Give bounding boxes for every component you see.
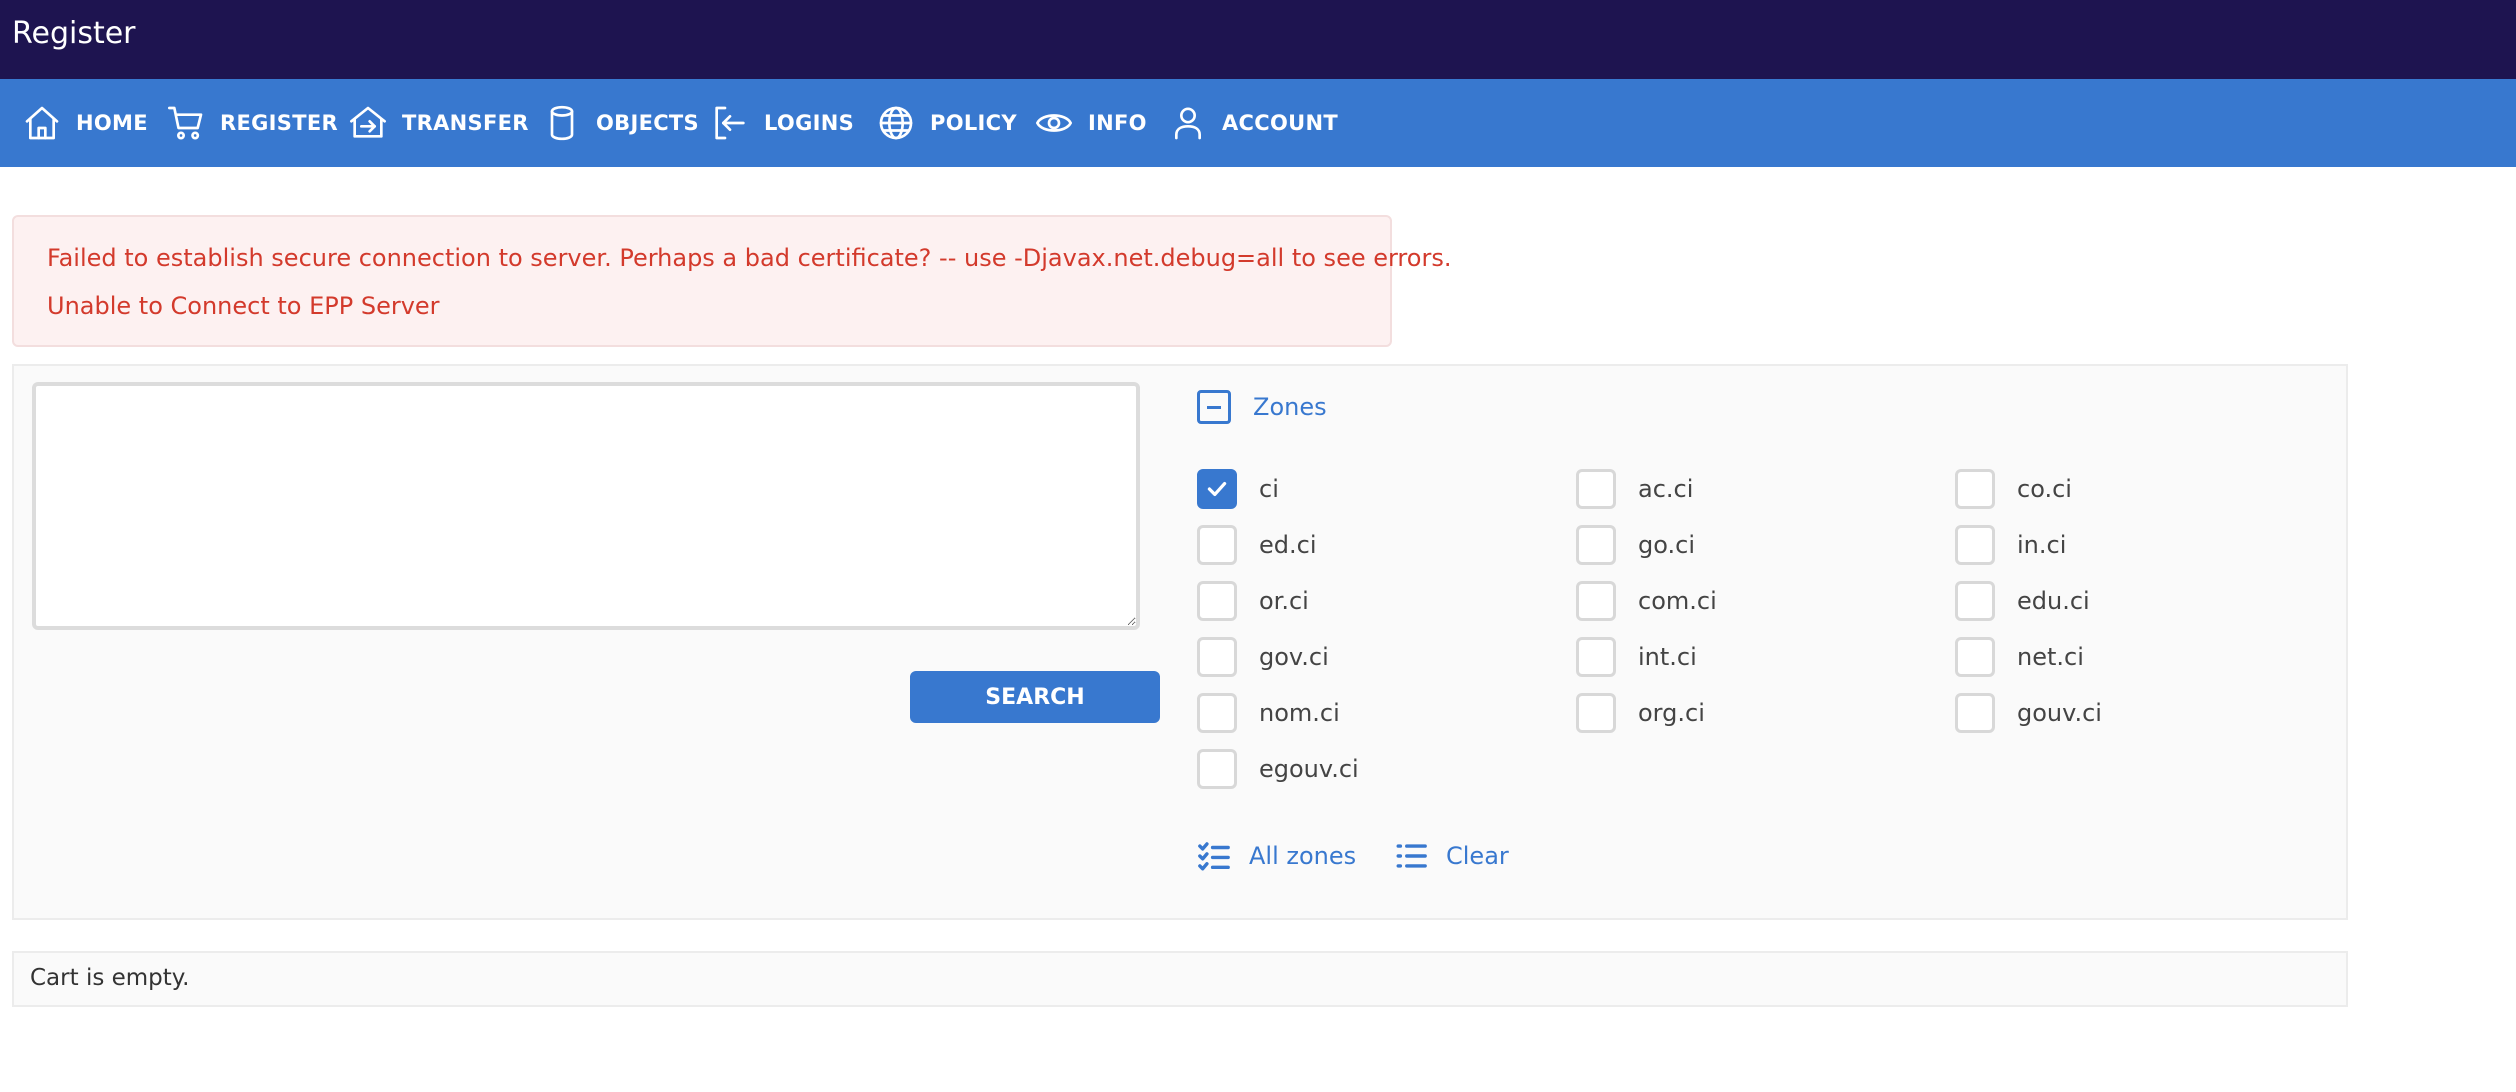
home-icon [25,106,59,140]
nav-item-transfer[interactable]: TRANSFER [348,79,529,167]
zone-checkbox-go-ci[interactable]: go.ci [1576,525,1695,565]
nav-item-objects[interactable]: OBJECTS [542,79,699,167]
app-title: Register [12,16,136,51]
checklist-icon [1198,842,1230,871]
main-nav: HOME REGISTER TRANSFER OBJECTS LOGINS PO… [0,79,2516,167]
nav-label: POLICY [930,111,1017,135]
zone-checkbox-in-ci[interactable]: in.ci [1955,525,2066,565]
globe-icon [879,106,913,140]
zone-label: gouv.ci [2017,699,2102,727]
zone-label: com.ci [1638,587,1717,615]
eye-icon [1036,114,1072,132]
transfer-icon [350,106,386,138]
search-panel: SEARCH Zones ci ac.ci co.ci ed.ci go.ci … [12,364,2348,920]
zone-checkbox-co-ci[interactable]: co.ci [1955,469,2072,509]
nav-label: HOME [76,111,148,135]
nav-item-logins[interactable]: LOGINS [710,79,854,167]
zone-label: nom.ci [1259,699,1340,727]
nav-item-policy[interactable]: POLICY [876,79,1017,167]
nav-item-register[interactable]: REGISTER [166,79,338,167]
zone-checkbox-com-ci[interactable]: com.ci [1576,581,1717,621]
all-zones-button[interactable]: All zones [1197,839,1356,873]
search-button[interactable]: SEARCH [910,671,1160,723]
checkbox[interactable] [1197,525,1237,565]
checkbox[interactable] [1576,581,1616,621]
nav-label: REGISTER [220,111,338,135]
all-zones-label: All zones [1249,842,1357,870]
checkbox[interactable] [1197,749,1237,789]
zone-label: org.ci [1638,699,1705,727]
zone-label: gov.ci [1259,643,1329,671]
checkbox[interactable] [1955,581,1995,621]
user-icon [1175,107,1201,140]
zone-checkbox-ci[interactable]: ci [1197,469,1279,509]
error-alert: Failed to establish secure connection to… [12,215,1451,347]
zone-checkbox-org-ci[interactable]: org.ci [1576,693,1705,733]
checkbox[interactable] [1197,581,1237,621]
checkbox[interactable] [1576,637,1616,677]
zone-label: ac.ci [1638,475,1694,503]
domain-search-input[interactable] [32,382,1140,630]
checkbox[interactable] [1576,469,1616,509]
alert-message: Unable to Connect to EPP Server [47,292,440,320]
check-icon [1207,481,1227,497]
zone-checkbox-net-ci[interactable]: net.ci [1955,637,2084,677]
zone-checkbox-nom-ci[interactable]: nom.ci [1197,693,1340,733]
nav-label: ACCOUNT [1222,111,1338,135]
login-icon [715,106,745,140]
collapse-icon [1197,390,1231,424]
nav-label: OBJECTS [596,111,699,135]
clear-zones-button[interactable]: Clear [1394,839,1509,873]
zone-label: co.ci [2017,475,2072,503]
zone-label: int.ci [1638,643,1697,671]
zone-label: ed.ci [1259,531,1317,559]
cart-icon [168,106,203,140]
checkbox[interactable] [1197,693,1237,733]
zone-checkbox-gouv-ci[interactable]: gouv.ci [1955,693,2102,733]
zone-checkbox-edu-ci[interactable]: edu.ci [1955,581,2090,621]
zone-label: go.ci [1638,531,1695,559]
nav-item-info[interactable]: INFO [1034,79,1147,167]
checkbox[interactable] [1955,469,1995,509]
checkbox[interactable] [1197,637,1237,677]
zone-label: net.ci [2017,643,2084,671]
nav-item-home[interactable]: HOME [22,79,148,167]
title-bar: Register [0,0,2516,79]
zones-toggle[interactable]: Zones [1197,390,1327,424]
checkbox[interactable] [1576,693,1616,733]
alert-message: Failed to establish secure connection to… [47,244,1452,272]
nav-item-account[interactable]: ACCOUNT [1168,79,1338,167]
clear-label: Clear [1446,842,1509,870]
zone-checkbox-egouv-ci[interactable]: egouv.ci [1197,749,1359,789]
zone-checkbox-ac-ci[interactable]: ac.ci [1576,469,1693,509]
checkbox[interactable] [1955,637,1995,677]
list-icon [1396,844,1427,868]
zone-checkbox-gov-ci[interactable]: gov.ci [1197,637,1329,677]
zone-label: edu.ci [2017,587,2090,615]
zone-checkbox-int-ci[interactable]: int.ci [1576,637,1697,677]
cart-panel: Cart is empty. [12,951,2348,1007]
zone-label: in.ci [2017,531,2067,559]
checkbox[interactable] [1955,525,1995,565]
nav-label: LOGINS [764,111,855,135]
nav-label: INFO [1088,111,1147,135]
cart-status: Cart is empty. [30,965,190,991]
zone-label: ci [1259,475,1279,503]
checkbox[interactable] [1576,525,1616,565]
database-icon [550,105,574,141]
zone-checkbox-ed-ci[interactable]: ed.ci [1197,525,1317,565]
zone-checkbox-or-ci[interactable]: or.ci [1197,581,1309,621]
zone-label: egouv.ci [1259,755,1359,783]
nav-label: TRANSFER [402,111,529,135]
zone-label: or.ci [1259,587,1309,615]
checkbox[interactable] [1197,469,1237,509]
checkbox[interactable] [1955,693,1995,733]
zones-label: Zones [1253,393,1327,421]
